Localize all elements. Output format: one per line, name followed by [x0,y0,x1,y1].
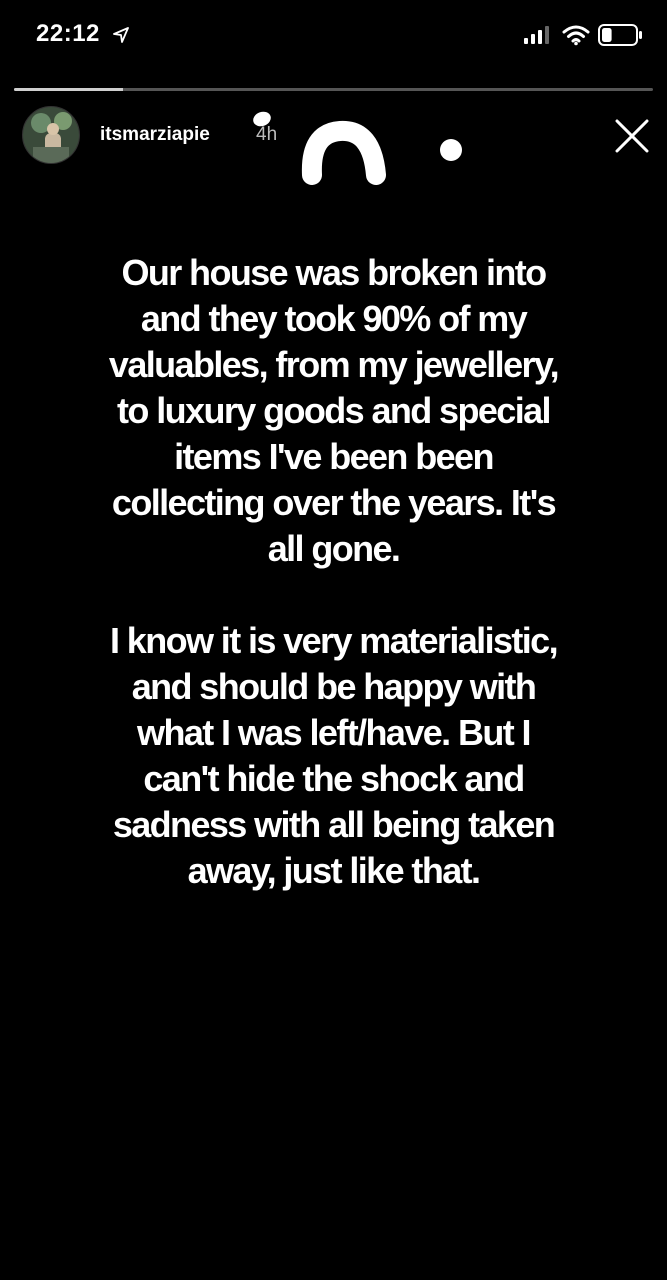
battery-icon [598,24,642,46]
status-bar: 22:12 [0,0,667,70]
story-progress-bar [14,88,653,91]
location-arrow-icon [113,27,129,43]
avatar[interactable] [22,106,80,164]
story-text: Our house was broken into and they took … [100,250,567,894]
story-paragraph: I know it is very materialistic, and sho… [109,620,559,891]
sticker-doodle [253,111,462,185]
story-username[interactable]: itsmarziapie [100,124,210,146]
story-progress-fill [14,88,123,91]
cellular-signal-icon [524,26,549,44]
story-paragraph: Our house was broken into and they took … [108,252,560,569]
wifi-icon [562,25,590,46]
close-icon[interactable] [612,116,652,156]
status-time: 22:12 [36,20,100,47]
avatar-image [23,107,79,163]
